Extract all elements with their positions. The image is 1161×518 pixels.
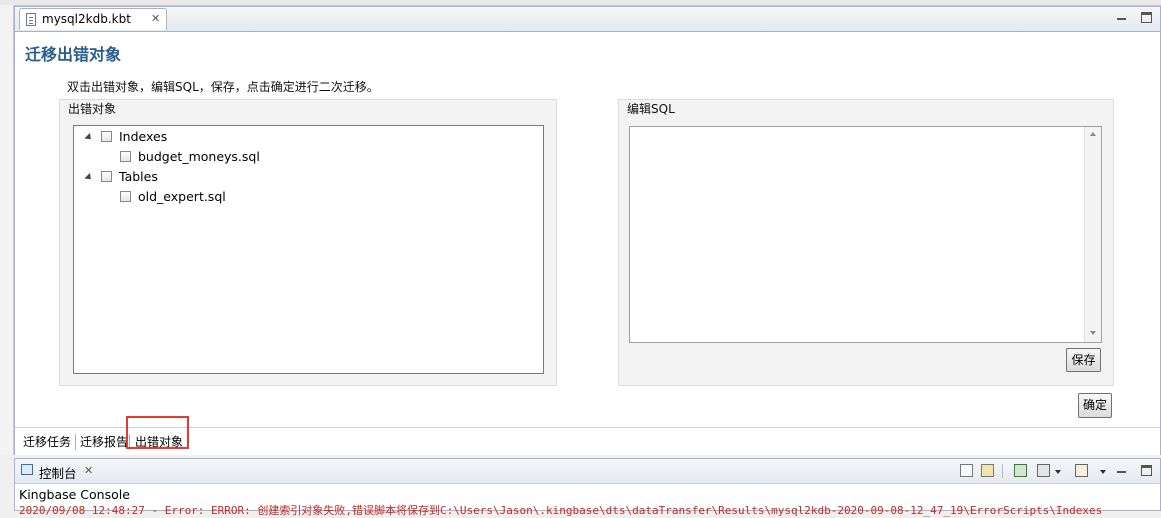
left-side-strip [0, 5, 14, 455]
pin-console-icon[interactable] [1014, 464, 1027, 477]
clear-console-icon[interactable] [960, 464, 973, 477]
edit-sql-group: 编辑SQL 保存 [618, 99, 1114, 386]
tab-migration-report[interactable]: 迁移报告 [78, 432, 130, 452]
editor-panel: mysql2kdb.kbt ✕ 迁移出错对象 双击出错对象，编辑SQL，保存，点… [14, 6, 1161, 455]
expand-arrow-icon[interactable] [84, 172, 94, 183]
edit-sql-label: 编辑SQL [625, 100, 677, 117]
error-objects-label: 出错对象 [66, 100, 119, 117]
expand-arrow-icon[interactable] [84, 132, 94, 143]
checkbox-budget-moneys[interactable] [120, 151, 131, 162]
scroll-down-icon[interactable] [1090, 331, 1096, 335]
error-objects-group: 出错对象 Indexes budget_moneys.sql Tables ol… [59, 99, 557, 386]
tree-node-old-expert[interactable]: old_expert.sql [138, 189, 226, 204]
confirm-button[interactable]: 确定 [1078, 393, 1112, 418]
instruction-text: 双击出错对象，编辑SQL，保存，点击确定进行二次迁移。 [67, 80, 379, 94]
editor-tab-title: mysql2kdb.kbt [42, 12, 131, 26]
maximize-button[interactable] [1140, 11, 1152, 23]
chevron-down-icon[interactable] [1100, 470, 1106, 474]
console-tab-title[interactable]: 控制台 [39, 463, 77, 482]
console-panel: 控制台 ✕ Kingbase Console 2020/09/08 12:48:… [14, 458, 1161, 517]
close-icon[interactable]: ✕ [84, 464, 93, 477]
checkbox-tables[interactable] [101, 171, 112, 182]
page-title: 迁移出错对象 [25, 45, 122, 64]
maximize-button[interactable] [1140, 464, 1152, 476]
tree-node-tables[interactable]: Tables [119, 169, 158, 184]
checkbox-old-expert[interactable] [120, 191, 131, 202]
console-title: Kingbase Console [19, 487, 130, 502]
checkbox-indexes[interactable] [101, 131, 112, 142]
editor-tab-bar: mysql2kdb.kbt ✕ [15, 7, 1160, 32]
minimize-button[interactable] [1116, 11, 1128, 23]
close-icon[interactable]: ✕ [151, 12, 160, 25]
scroll-lock-icon[interactable] [981, 464, 994, 477]
display-console-icon[interactable] [1037, 464, 1050, 477]
minimize-icon [1117, 465, 1126, 473]
tree-node-indexes[interactable]: Indexes [119, 129, 167, 144]
tab-separator [75, 434, 76, 450]
file-icon [26, 13, 36, 26]
save-button[interactable]: 保存 [1066, 348, 1101, 372]
tab-migration-task[interactable]: 迁移任务 [21, 432, 73, 452]
minimize-button[interactable] [1116, 464, 1128, 476]
open-console-icon[interactable] [1075, 464, 1088, 477]
toolbar-separator [1002, 464, 1003, 478]
chevron-down-icon[interactable] [1055, 470, 1061, 474]
minimize-icon [1117, 12, 1126, 20]
console-log-line: 2020/09/08 12:48:27 - Error: ERROR: 创建索引… [19, 504, 1103, 517]
sql-scrollbar[interactable] [1084, 127, 1101, 342]
scroll-up-icon[interactable] [1090, 132, 1096, 136]
error-objects-tree[interactable]: Indexes budget_moneys.sql Tables old_exp… [73, 125, 544, 374]
highlight-box [126, 416, 189, 449]
editor-tab[interactable]: mysql2kdb.kbt ✕ [19, 8, 167, 30]
console-tab-bar: 控制台 ✕ [15, 459, 1160, 484]
maximize-icon [1141, 12, 1152, 23]
page-tab-bar: 迁移任务 迁移报告 出错对象 [15, 416, 1160, 455]
maximize-icon [1141, 465, 1152, 476]
sql-editor-textarea[interactable] [629, 126, 1102, 343]
console-icon [21, 464, 33, 475]
tree-node-budget-moneys[interactable]: budget_moneys.sql [138, 149, 260, 164]
